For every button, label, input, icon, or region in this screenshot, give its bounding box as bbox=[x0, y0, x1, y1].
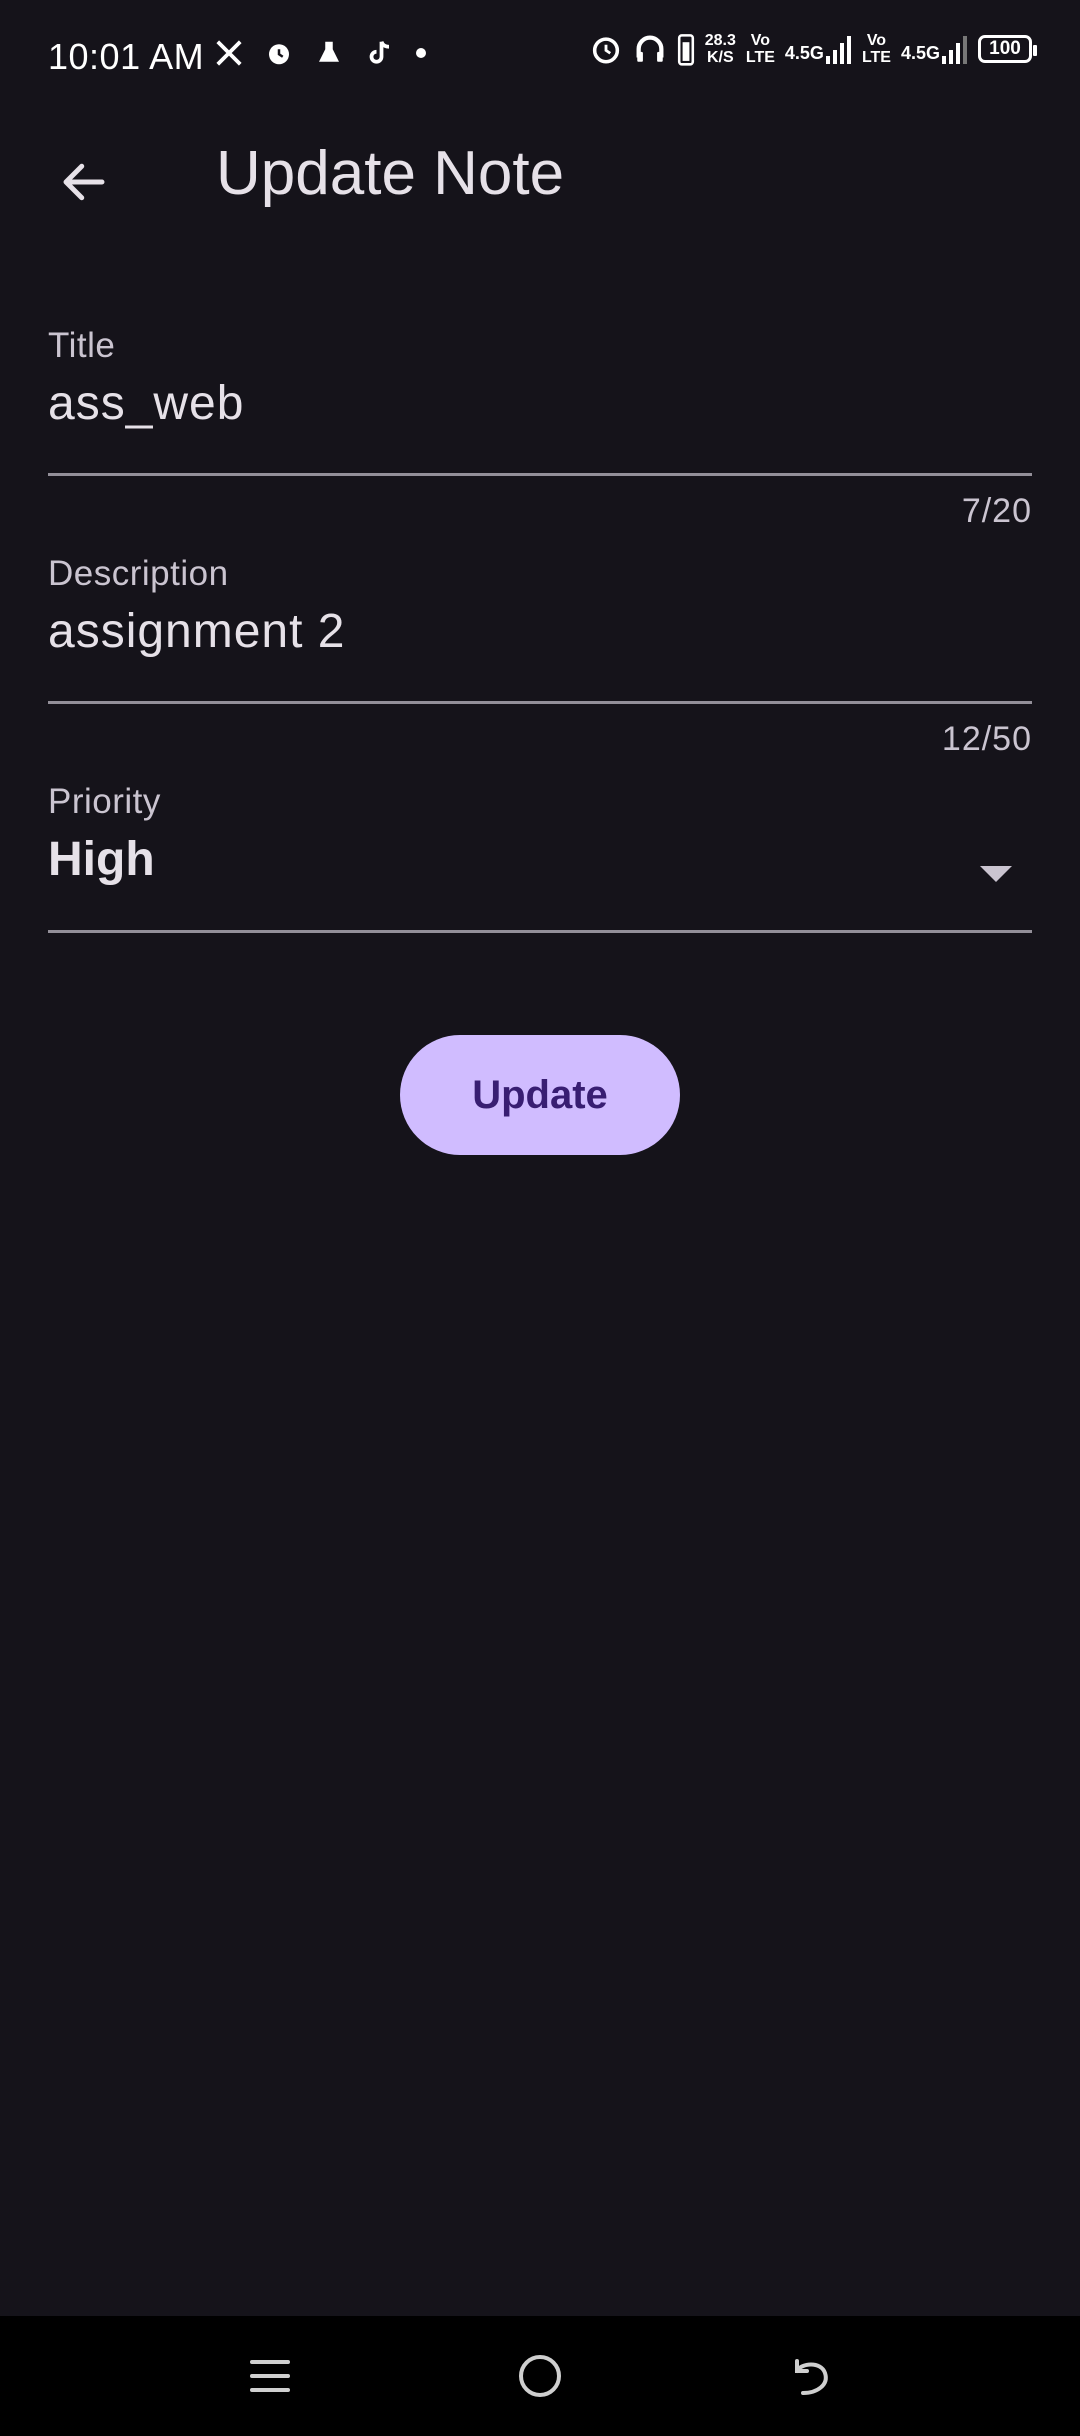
priority-dropdown[interactable]: Priority High bbox=[48, 782, 1032, 942]
menu-icon bbox=[250, 2360, 290, 2392]
home-button[interactable] bbox=[470, 2316, 610, 2436]
battery-indicator: 100 bbox=[978, 35, 1037, 63]
headphones-icon bbox=[636, 35, 664, 62]
clock: 10:01 AM bbox=[48, 36, 205, 77]
title-char-counter: 7/20 bbox=[961, 492, 1032, 530]
description-input[interactable]: assignment 2 bbox=[48, 604, 1032, 659]
title-field[interactable]: Title ass_web 7/20 bbox=[48, 326, 1032, 536]
volte-1: Vo LTE bbox=[745, 32, 775, 66]
battery-saver-icon bbox=[677, 34, 694, 66]
description-char-counter: 12/50 bbox=[941, 720, 1032, 758]
back-button[interactable] bbox=[48, 146, 120, 218]
system-icons: 28.3 K/S Vo LTE 4.5G Vo LTE 4.5G 100 bbox=[589, 32, 1037, 66]
dot-icon bbox=[416, 48, 426, 58]
signal-2: 4.5G bbox=[901, 34, 968, 64]
update-button[interactable]: Update bbox=[400, 1035, 680, 1155]
priority-underline bbox=[48, 930, 1032, 933]
title-label: Title bbox=[48, 326, 116, 365]
page-title: Update Note bbox=[216, 139, 565, 208]
title-underline bbox=[48, 473, 1032, 476]
notification-icons bbox=[214, 38, 428, 68]
signal-icon bbox=[942, 36, 967, 64]
network-speed: 28.3 K/S bbox=[704, 32, 736, 66]
dropdown-arrow-icon[interactable] bbox=[980, 866, 1012, 882]
system-nav-bar bbox=[0, 2316, 1080, 2436]
alarm-icon bbox=[592, 37, 619, 64]
recent-apps-button[interactable] bbox=[200, 2316, 340, 2436]
description-label: Description bbox=[48, 554, 229, 593]
alarm-icon bbox=[269, 44, 289, 65]
signal-icon bbox=[825, 36, 851, 64]
priority-selected-value[interactable]: High bbox=[48, 832, 1032, 887]
priority-label: Priority bbox=[48, 782, 161, 821]
title-input[interactable]: ass_web bbox=[48, 376, 1032, 431]
arrow-left-icon bbox=[63, 163, 105, 201]
description-field[interactable]: Description assignment 2 12/50 bbox=[48, 554, 1032, 764]
volte-2: Vo LTE bbox=[861, 32, 891, 66]
tiktok-icon bbox=[369, 41, 390, 64]
app-bar: Update Note bbox=[0, 118, 1080, 233]
description-underline bbox=[48, 701, 1032, 704]
status-bar: 10:01 AM 28.3 K/S Vo LTE 4.5G Vo LTE 4.5… bbox=[0, 0, 1080, 118]
x-icon bbox=[216, 40, 242, 66]
system-back-button[interactable] bbox=[740, 2316, 880, 2436]
home-icon bbox=[519, 2355, 561, 2397]
signal-1: 4.5G bbox=[785, 34, 852, 64]
flask-icon bbox=[319, 41, 339, 62]
back-icon bbox=[795, 2359, 828, 2395]
